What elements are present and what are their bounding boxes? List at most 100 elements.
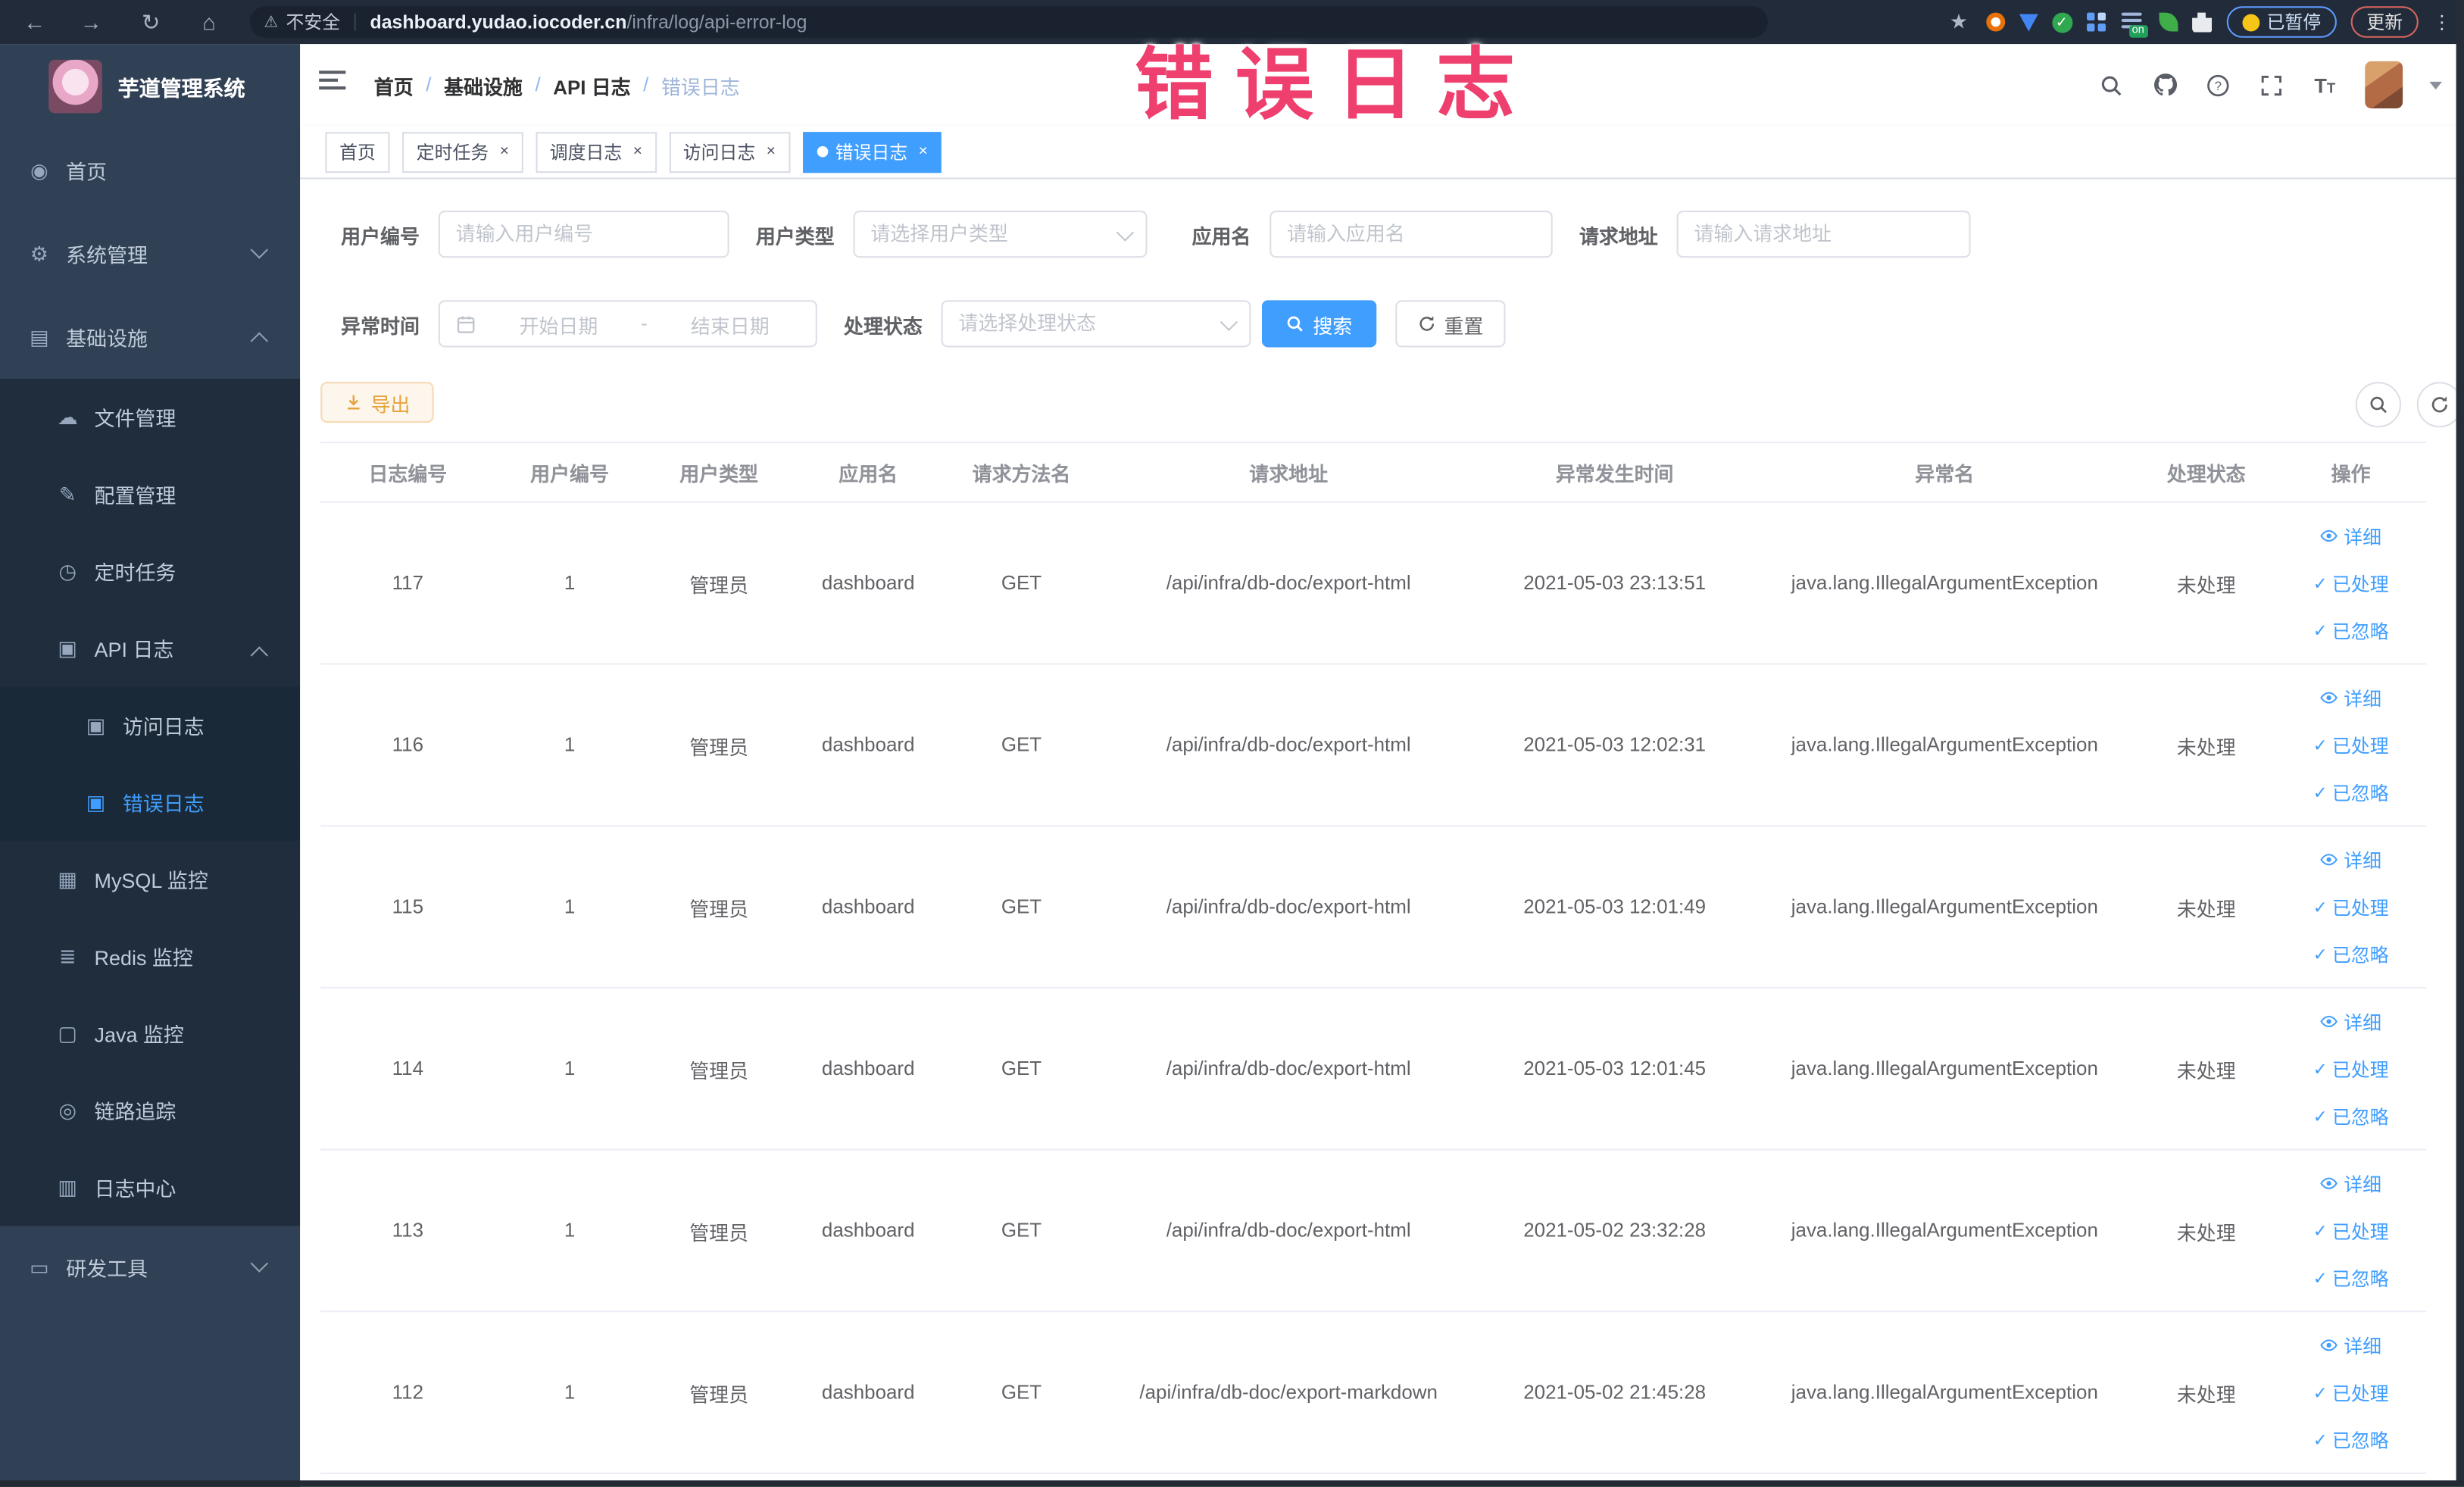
detail-link[interactable]: 详细 [2320, 1008, 2381, 1035]
search-icon[interactable] [2098, 71, 2125, 98]
extension-on-badge-icon[interactable]: on [2119, 9, 2147, 38]
github-icon[interactable] [2151, 71, 2178, 98]
tab-4[interactable]: 错误日志 × [802, 131, 942, 173]
extension-orange-icon[interactable] [1985, 12, 2005, 32]
detail-link[interactable]: 详细 [2320, 684, 2381, 711]
cell-app: dashboard [821, 1219, 915, 1242]
cell-method: GET [1001, 895, 1042, 918]
detail-link[interactable]: 详细 [2320, 523, 2381, 549]
chevron-down-icon[interactable] [2429, 80, 2442, 89]
user-type-select[interactable] [853, 210, 1148, 258]
request-url-input[interactable] [1676, 210, 1971, 258]
ignored-link[interactable]: ✓ 已忽略 [2313, 1264, 2389, 1291]
user-type-label: 用户类型 [755, 225, 835, 248]
sidebar-item-label: 日志中心 [94, 1176, 176, 1201]
reload-icon[interactable]: ↻ [132, 0, 170, 44]
scrollbar[interactable] [2456, 0, 2464, 1487]
sidebar-item-access-log[interactable]: ▣ 访问日志 [0, 686, 301, 764]
app-title: 芋道管理系统 [117, 77, 245, 101]
ignored-link[interactable]: ✓ 已忽略 [2313, 1102, 2389, 1129]
close-icon[interactable]: × [633, 143, 642, 160]
app-name-input[interactable] [1269, 210, 1553, 258]
ignored-link[interactable]: ✓ 已忽略 [2313, 779, 2389, 805]
exception-time-range-picker[interactable]: 开始日期 - 结束日期 [438, 300, 817, 348]
sidebar-item-mysql-monitor[interactable]: ▦ MySQL 监控 [0, 840, 301, 918]
page-content: 用户编号 用户类型 应用名 请求地址 [300, 179, 2464, 1487]
column-header: 应用名 [839, 464, 898, 486]
breadcrumb-item[interactable]: 首页 [374, 70, 414, 99]
sidebar-item-scheduled-job[interactable]: ◷ 定时任务 [0, 533, 301, 610]
processed-link[interactable]: ✓ 已处理 [2313, 732, 2389, 758]
sidebar-item-api-log[interactable]: ▣ API 日志 [0, 609, 301, 687]
sidebar-item-java-monitor[interactable]: ▢ Java 监控 [0, 995, 301, 1072]
reset-button[interactable]: 重置 [1395, 300, 1506, 348]
ignored-link[interactable]: ✓ 已忽略 [2313, 941, 2389, 967]
sidebar-item-file-manage[interactable]: ☁ 文件管理 [0, 378, 301, 456]
search-button[interactable]: 搜索 [1261, 300, 1377, 348]
detail-link[interactable]: 详细 [2320, 1332, 2381, 1358]
sidebar-item-error-log[interactable]: ▣ 错误日志 [0, 764, 301, 841]
redis-icon: ≣ [58, 943, 77, 967]
processed-link[interactable]: ✓ 已处理 [2313, 1055, 2389, 1082]
tab-0[interactable]: 首页 [325, 131, 390, 173]
extension-green-check-icon[interactable]: ✓ [2051, 11, 2072, 33]
cell-status: 未处理 [2176, 1383, 2236, 1406]
processed-link[interactable]: ✓ 已处理 [2313, 893, 2389, 920]
extension-grid-icon[interactable] [2086, 12, 2105, 32]
process-status-select[interactable] [941, 300, 1251, 348]
end-date-placeholder: 结束日期 [690, 314, 770, 338]
fullscreen-icon[interactable] [2258, 71, 2284, 98]
paused-badge[interactable]: 已暂停 [2225, 6, 2337, 38]
home-icon[interactable]: ⌂ [190, 0, 228, 44]
tab-1[interactable]: 定时任务 × [402, 131, 523, 173]
breadcrumb-separator: / [535, 73, 541, 96]
bookmark-star-icon[interactable]: ★ [1946, 9, 1971, 34]
close-icon[interactable]: × [500, 143, 509, 160]
extension-leaf-icon[interactable] [2158, 12, 2178, 32]
eye-icon [2321, 1015, 2338, 1028]
update-button[interactable]: 更新 [2350, 6, 2419, 38]
sidebar-item-config-manage[interactable]: ✎ 配置管理 [0, 455, 301, 533]
back-icon[interactable]: ← [16, 0, 54, 44]
user-id-input[interactable] [438, 210, 729, 258]
search-icon [1288, 316, 1304, 332]
ignored-link[interactable]: ✓ 已忽略 [2313, 1426, 2389, 1453]
ignored-link[interactable]: ✓ 已忽略 [2313, 617, 2389, 643]
help-icon[interactable]: ? [2205, 71, 2231, 98]
eye-icon [2321, 854, 2338, 866]
breadcrumb-item[interactable]: 基础设施 [444, 70, 523, 99]
sidebar-item-redis-monitor[interactable]: ≣ Redis 监控 [0, 917, 301, 995]
sidebar-item-home[interactable]: ◉ 首页 [0, 129, 300, 212]
font-size-icon[interactable]: TT [2312, 71, 2338, 98]
sidebar-item-dev-tools[interactable]: ▭ 研发工具 [0, 1226, 300, 1309]
sidebar-item-system[interactable]: ⚙ 系统管理 [0, 212, 300, 295]
user-avatar[interactable] [2365, 61, 2403, 109]
sidebar-item-log-center[interactable]: ▥ 日志中心 [0, 1148, 301, 1226]
toggle-search-button[interactable] [2355, 382, 2402, 428]
close-icon[interactable]: × [919, 143, 928, 160]
url-path: /infra/log/api-error-log [626, 11, 807, 33]
hamburger-icon[interactable] [319, 70, 346, 94]
processed-link[interactable]: ✓ 已处理 [2313, 570, 2389, 596]
forward-icon[interactable]: → [72, 0, 110, 44]
tab-2[interactable]: 调度日志 × [536, 131, 657, 173]
cell-user_id: 1 [564, 1219, 576, 1242]
tab-3[interactable]: 访问日志 × [669, 131, 790, 173]
detail-link[interactable]: 详细 [2320, 1170, 2381, 1197]
cell-user_type: 管理员 [689, 1222, 749, 1245]
sidebar-logo[interactable]: 芋道管理系统 [0, 44, 300, 129]
browser-menu-icon[interactable]: ⋮ [2433, 11, 2452, 33]
close-icon[interactable]: × [767, 143, 776, 160]
sidebar-item-trace[interactable]: ◎ 链路追踪 [0, 1071, 301, 1149]
sidebar-item-infra[interactable]: ▤ 基础设施 [0, 295, 300, 379]
address-bar[interactable]: ⚠ 不安全 | dashboard.yudao.iocoder.cn/infra… [249, 6, 1768, 38]
extension-shield-icon[interactable] [2018, 13, 2038, 31]
processed-link[interactable]: ✓ 已处理 [2313, 1217, 2389, 1244]
sidebar-item-label: Redis 监控 [94, 945, 193, 970]
detail-link[interactable]: 详细 [2320, 846, 2381, 873]
export-button[interactable]: 导出 [320, 382, 434, 423]
download-icon [347, 395, 360, 410]
breadcrumb-item[interactable]: API 日志 [553, 70, 630, 99]
extensions-puzzle-icon[interactable] [2191, 11, 2213, 33]
processed-link[interactable]: ✓ 已处理 [2313, 1379, 2389, 1405]
